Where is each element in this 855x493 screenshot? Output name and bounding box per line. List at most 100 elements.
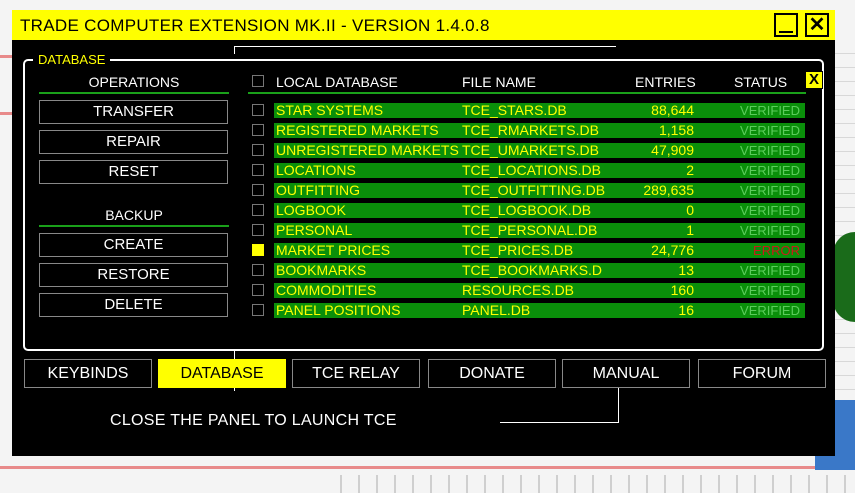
tce-window: TRADE COMPUTER EXTENSION MK.II - VERSION…: [12, 10, 835, 456]
row-file: TCE_OUTFITTING.DB: [462, 183, 606, 198]
table-row[interactable]: REGISTERED MARKETS TCE_RMARKETS.DB 1,158…: [274, 123, 805, 138]
backup-rule: [39, 225, 229, 227]
operations-rule: [39, 92, 229, 94]
row-file: TCE_STARS.DB: [462, 103, 567, 118]
minimize-icon: [779, 31, 793, 33]
row-name: UNREGISTERED MARKETS: [276, 143, 459, 158]
transfer-button[interactable]: TRANSFER: [39, 100, 228, 124]
row-entries: 47,909: [651, 143, 694, 158]
tab-keybinds[interactable]: KEYBINDS: [24, 359, 152, 388]
title-bar[interactable]: TRADE COMPUTER EXTENSION MK.II - VERSION…: [12, 10, 835, 40]
row-name: OUTFITTING: [276, 183, 360, 198]
row-status: VERIFIED: [740, 163, 800, 178]
row-checkbox[interactable]: [252, 124, 264, 136]
table-row[interactable]: PANEL POSITIONS PANEL.DB 16 VERIFIED: [274, 303, 805, 318]
row-checkbox[interactable]: [252, 164, 264, 176]
row-file: RESOURCES.DB: [462, 283, 575, 298]
row-name: LOCATIONS: [276, 163, 356, 178]
table-row[interactable]: UNREGISTERED MARKETS TCE_UMARKETS.DB 47,…: [274, 143, 805, 158]
table-row[interactable]: COMMODITIES RESOURCES.DB 160 VERIFIED: [274, 283, 805, 298]
row-entries: 289,635: [643, 183, 694, 198]
row-checkbox[interactable]: [252, 224, 264, 236]
row-entries: 160: [670, 283, 694, 298]
select-all-checkbox[interactable]: [252, 75, 264, 87]
row-status: VERIFIED: [740, 203, 800, 218]
background-wheel: [833, 232, 855, 322]
row-checkbox-checked[interactable]: [252, 244, 264, 256]
table-row[interactable]: MARKET PRICES TCE_PRICES.DB 24,776 ERROR: [274, 243, 805, 258]
row-status: VERIFIED: [740, 123, 800, 138]
header-rule: [248, 92, 806, 94]
panel-close-button[interactable]: X: [805, 71, 823, 89]
row-entries: 1: [686, 223, 694, 238]
row-file: TCE_UMARKETS.DB: [462, 143, 599, 158]
row-status: VERIFIED: [740, 303, 800, 318]
table-row[interactable]: BOOKMARKS TCE_BOOKMARKS.D 13 VERIFIED: [274, 263, 805, 278]
table-row[interactable]: LOGBOOK TCE_LOGBOOK.DB 0 VERIFIED: [274, 203, 805, 218]
launch-hint: CLOSE THE PANEL TO LAUNCH TCE: [110, 412, 397, 429]
row-file: TCE_LOGBOOK.DB: [462, 203, 592, 218]
row-status: VERIFIED: [740, 263, 800, 278]
row-checkbox[interactable]: [252, 104, 264, 116]
table-row[interactable]: LOCATIONS TCE_LOCATIONS.DB 2 VERIFIED: [274, 163, 805, 178]
close-window-button[interactable]: ✕: [805, 13, 829, 37]
row-file: TCE_PRICES.DB: [462, 243, 574, 258]
tab-manual[interactable]: MANUAL: [562, 359, 690, 388]
minimize-button[interactable]: [774, 13, 798, 37]
row-status: VERIFIED: [740, 223, 800, 238]
table-row[interactable]: STAR SYSTEMS TCE_STARS.DB 88,644 VERIFIE…: [274, 103, 805, 118]
header-file-name: FILE NAME: [462, 74, 536, 90]
row-name: PANEL POSITIONS: [276, 303, 401, 318]
restore-button[interactable]: RESTORE: [39, 263, 228, 287]
table-row[interactable]: PERSONAL TCE_PERSONAL.DB 1 VERIFIED: [274, 223, 805, 238]
row-checkbox[interactable]: [252, 284, 264, 296]
row-entries: 88,644: [651, 103, 694, 118]
row-checkbox[interactable]: [252, 304, 264, 316]
decor-line: [234, 46, 616, 47]
row-checkbox[interactable]: [252, 184, 264, 196]
row-file: PANEL.DB: [462, 303, 531, 318]
close-icon: ✕: [808, 14, 826, 36]
row-entries: 16: [678, 303, 694, 318]
header-status: STATUS: [734, 74, 788, 90]
tab-tce-relay[interactable]: TCE RELAY: [292, 359, 420, 388]
background-line: [0, 466, 855, 469]
row-status: VERIFIED: [740, 183, 800, 198]
tab-database[interactable]: DATABASE: [158, 359, 286, 388]
header-entries: ENTRIES: [635, 74, 696, 90]
decor-line: [500, 422, 619, 423]
background-stripes: [340, 475, 855, 493]
decor-line: [234, 46, 235, 54]
row-checkbox[interactable]: [252, 204, 264, 216]
tab-forum[interactable]: FORUM: [698, 359, 826, 388]
delete-button[interactable]: DELETE: [39, 293, 228, 317]
row-status: VERIFIED: [740, 143, 800, 158]
header-local-database: LOCAL DATABASE: [276, 74, 398, 90]
row-file: TCE_PERSONAL.DB: [462, 223, 598, 238]
row-file: TCE_BOOKMARKS.D: [462, 263, 603, 278]
row-name: MARKET PRICES: [276, 243, 391, 258]
tab-donate[interactable]: DONATE: [428, 359, 556, 388]
row-entries: 2: [686, 163, 694, 178]
row-file: TCE_RMARKETS.DB: [462, 123, 599, 138]
row-entries: 24,776: [651, 243, 694, 258]
row-name: COMMODITIES: [276, 283, 377, 298]
row-checkbox[interactable]: [252, 144, 264, 156]
row-status: VERIFIED: [740, 283, 800, 298]
reset-button[interactable]: RESET: [39, 160, 228, 184]
row-checkbox[interactable]: [252, 264, 264, 276]
row-name: STAR SYSTEMS: [276, 103, 384, 118]
row-entries: 1,158: [658, 123, 694, 138]
row-name: BOOKMARKS: [276, 263, 367, 278]
decor-line: [618, 388, 619, 422]
panel-legend: DATABASE: [33, 52, 111, 67]
create-button[interactable]: CREATE: [39, 233, 228, 257]
window-title: TRADE COMPUTER EXTENSION MK.II - VERSION…: [20, 16, 490, 35]
row-name: PERSONAL: [276, 223, 353, 238]
repair-button[interactable]: REPAIR: [39, 130, 228, 154]
backup-title: BACKUP: [105, 207, 163, 223]
row-name: LOGBOOK: [276, 203, 347, 218]
row-status: VERIFIED: [740, 103, 800, 118]
table-row[interactable]: OUTFITTING TCE_OUTFITTING.DB 289,635 VER…: [274, 183, 805, 198]
row-status-error: ERROR: [753, 243, 800, 258]
